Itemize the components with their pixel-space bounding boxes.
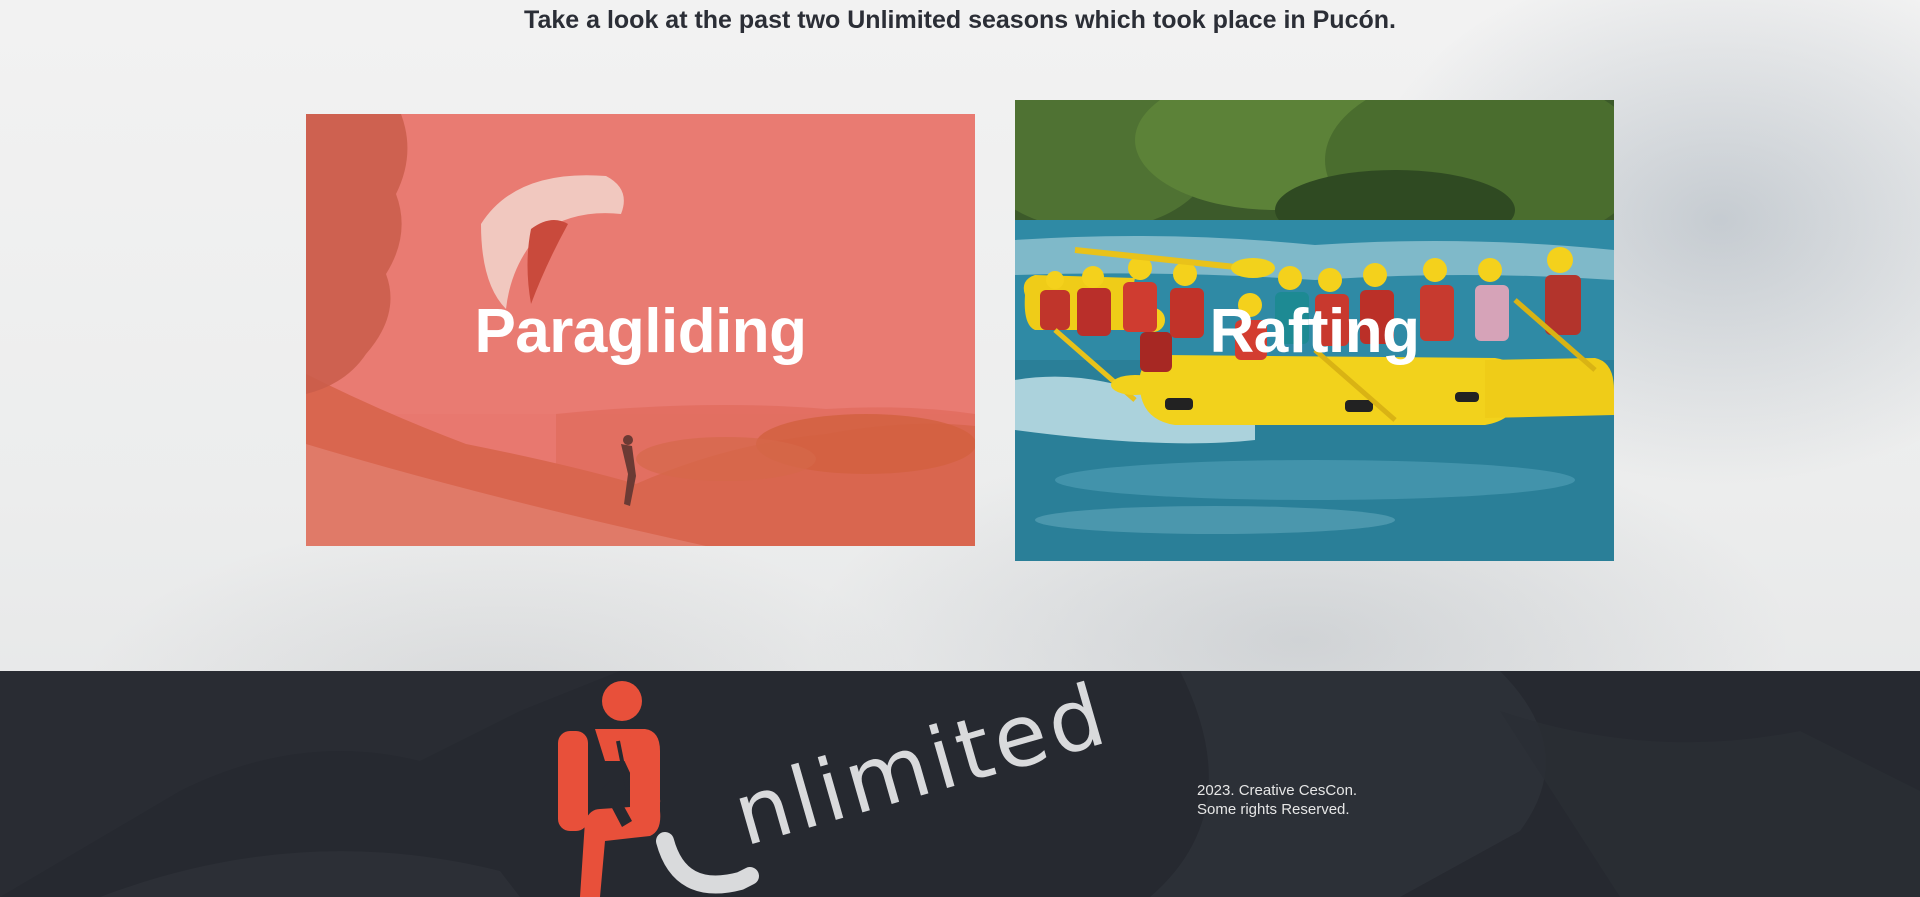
svg-text:nlimited: nlimited [723,671,1119,866]
copyright-line-2: Some rights Reserved. [1197,801,1350,818]
paragliding-card[interactable]: Paragliding [306,114,975,546]
rafting-card[interactable]: Rafting [1015,100,1614,561]
footer: nlimited 2023. Creative CesCon. Some rig… [0,671,1920,897]
section-headline: Take a look at the past two Unlimited se… [524,6,1396,34]
copyright-line-1: 2023. Creative CesCon. [1197,782,1358,799]
unlimited-logo[interactable]: nlimited [550,671,1140,897]
paragliding-title: Paragliding [474,297,807,366]
copyright: 2023. Creative CesCon. Some rights Reser… [1197,781,1357,819]
hiker-logo-icon: nlimited [558,671,1119,897]
rafting-title: Rafting [1209,297,1420,366]
page: Take a look at the past two Unlimited se… [0,0,1920,897]
